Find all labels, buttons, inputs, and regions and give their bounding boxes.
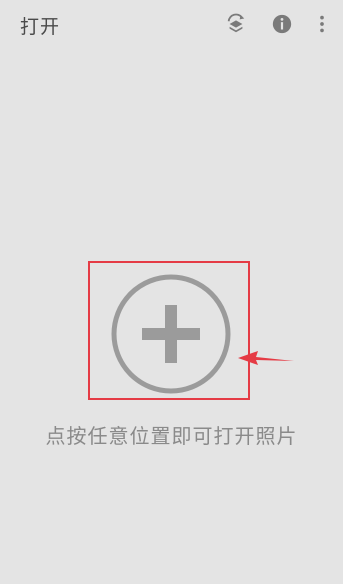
more-options-button[interactable] [310, 12, 334, 36]
add-circle-icon [111, 274, 231, 394]
open-photo-button[interactable] [110, 273, 232, 395]
open-photo-hint: 点按任意位置即可打开照片 [45, 424, 298, 448]
annotation-arrow [236, 348, 296, 368]
more-vert-icon [320, 15, 324, 33]
layers-refresh-icon [227, 13, 245, 33]
page-title: 打开 [20, 16, 61, 38]
arrow-pointer-icon [238, 351, 294, 365]
app-bar: 打开 [0, 0, 343, 50]
info-button[interactable] [270, 12, 294, 36]
layers-refresh-button[interactable] [224, 12, 248, 36]
info-icon [272, 14, 292, 34]
